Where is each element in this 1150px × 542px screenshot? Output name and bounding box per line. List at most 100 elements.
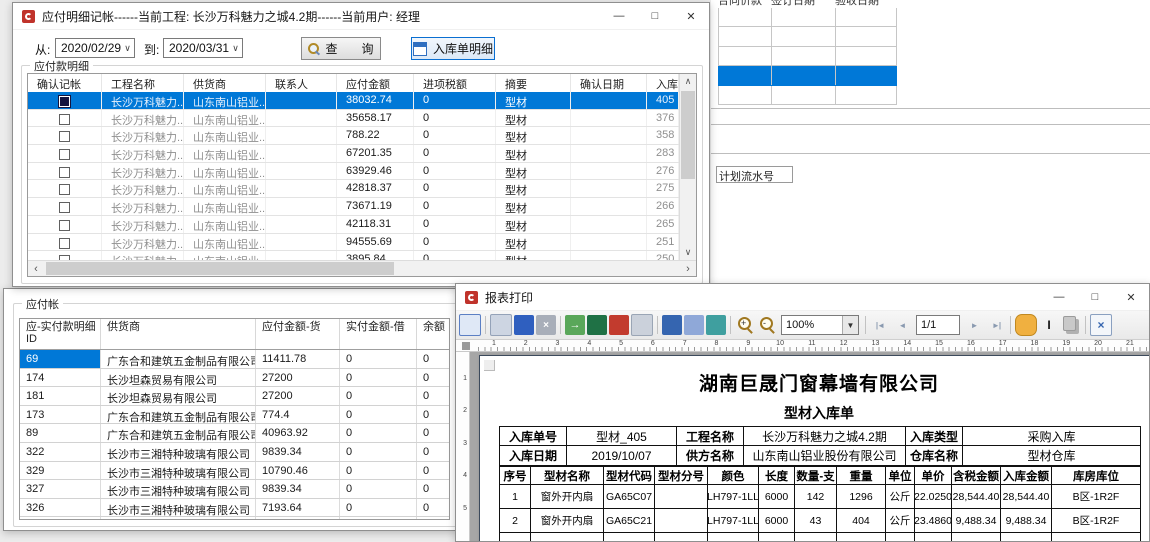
minimize-button[interactable]: — (601, 4, 637, 29)
col-paid-amount[interactable]: 实付金额-借 (340, 319, 417, 349)
table-row[interactable]: 326 长沙市三湘特种玻璃有限公司 7193.64 0 0 (20, 499, 449, 518)
vertical-scrollbar[interactable]: ∧ ∨ (679, 74, 696, 260)
zoom-level-combo[interactable]: 100% ▼ (781, 315, 859, 335)
table-row[interactable]: 89 广东合和建筑五金制品有限公司 40963.92 0 0 (20, 424, 449, 443)
checkbox[interactable] (59, 114, 70, 125)
col-amount[interactable]: 应付金额 (337, 74, 414, 92)
col-summary[interactable]: 摘要 (496, 74, 571, 92)
table-row[interactable]: 长沙万科魅力... 山东南山铝业... 63929.46 0 型材 276 (28, 163, 679, 181)
copy-icon[interactable] (1063, 316, 1076, 331)
table-row[interactable]: 长沙万科魅力... 山东南山铝业... 67201.35 0 型材 283 (28, 145, 679, 163)
table-row[interactable]: 174 长沙坦森贸易有限公司 27200 0 0 (20, 369, 449, 388)
col-balance[interactable]: 余额 (417, 319, 450, 349)
checkbox[interactable] (59, 149, 70, 160)
book-icon[interactable] (514, 315, 534, 335)
checkbox[interactable] (59, 131, 70, 142)
maximize-button[interactable]: □ (637, 4, 673, 29)
plan-serial-field[interactable]: 计划流水号 (716, 166, 793, 183)
col-supplier[interactable]: 供货商 (101, 319, 256, 349)
scroll-right-icon[interactable]: › (680, 261, 696, 276)
col-contact[interactable]: 联系人 (266, 74, 337, 92)
horizontal-scrollbar[interactable]: ‹ › (28, 260, 696, 276)
scroll-up-icon[interactable]: ∧ (680, 74, 696, 89)
table-row[interactable]: 长沙万科魅力... 山东南山铝业... 788.22 0 型材 358 (28, 127, 679, 145)
inbound-detail-button[interactable]: 入库单明细 (411, 37, 495, 60)
first-page-icon[interactable]: |◄ (870, 315, 890, 335)
report-preview-area[interactable]: 12345 湖南巨晟门窗幕墙有限公司 型材入库单 入库单号 型材_405 工程名… (456, 352, 1149, 541)
scrollbar-thumb[interactable] (681, 91, 695, 179)
table-row[interactable]: 322 长沙市三湘特种玻璃有限公司 9839.34 0 0 (20, 443, 449, 462)
table-row[interactable]: 长沙万科魅力... 山东南山铝业... 94555.69 0 型材 251 (28, 234, 679, 252)
col-sign-date[interactable]: 签订日期 (771, 0, 835, 8)
table-row[interactable] (718, 27, 897, 46)
query-button[interactable]: 查 询 (301, 37, 381, 60)
window-title: 应付明细记帐------当前工程: 长沙万科魅力之城4.2期------当前用户… (42, 8, 420, 25)
export-doc-icon[interactable] (684, 315, 704, 335)
table-row[interactable] (718, 8, 897, 27)
maximize-button[interactable]: □ (1077, 285, 1113, 310)
table-row[interactable]: 长沙市三湘特种玻璃有限公司 (20, 517, 449, 520)
col-contract-price[interactable]: 合同价款 (718, 0, 771, 8)
table-row[interactable]: 长沙万科魅力... 山东南山铝业... 42818.37 0 型材 275 (28, 180, 679, 198)
table-row[interactable]: 173 广东合和建筑五金制品有限公司 774.4 0 0 (20, 406, 449, 425)
from-date-combo[interactable]: 2020/02/29 ∨ (55, 38, 135, 58)
ruler-number: 20 (1082, 340, 1114, 347)
last-page-icon[interactable]: ►| (986, 315, 1006, 335)
table-row[interactable]: 长沙万科魅力... 山东南山铝业... 42118.31 0 型材 265 (28, 216, 679, 234)
hand-tool-icon[interactable] (1015, 314, 1037, 336)
next-page-icon[interactable]: ► (964, 315, 984, 335)
col-accept-date[interactable]: 验收日期 (835, 0, 897, 8)
preview-icon[interactable] (459, 314, 481, 336)
table-row[interactable]: 181 长沙坦森贸易有限公司 27200 0 0 (20, 387, 449, 406)
col-inbound[interactable]: 入库 (647, 74, 679, 92)
minimize-button[interactable]: — (1041, 285, 1077, 310)
table-row[interactable]: 327 长沙市三湘特种玻璃有限公司 9839.34 0 0 (20, 480, 449, 499)
table-row[interactable]: 长沙万科魅力... 山东南山铝业... 38032.74 0 型材 405 (28, 92, 679, 110)
table-row[interactable] (718, 47, 897, 66)
table-row[interactable] (718, 86, 897, 105)
cell-paid: 0 (340, 499, 417, 517)
settings-icon[interactable]: × (536, 315, 556, 335)
zoom-in-icon[interactable]: + (735, 315, 755, 335)
checkbox[interactable] (59, 167, 70, 178)
scroll-left-icon[interactable]: ‹ (28, 261, 44, 276)
table-row[interactable]: 329 长沙市三湘特种玻璃有限公司 10790.46 0 0 (20, 462, 449, 481)
export-image-icon[interactable]: → (565, 315, 585, 335)
save-icon[interactable] (662, 315, 682, 335)
chevron-down-icon[interactable]: ▼ (842, 316, 858, 334)
checkbox[interactable] (59, 96, 70, 107)
checkbox[interactable] (59, 220, 70, 231)
col-supplier[interactable]: 供货商 (184, 74, 266, 92)
cell-inbound-amount: 9,488.34 (1001, 509, 1052, 532)
to-date-combo[interactable]: 2020/03/31 ∨ (163, 38, 243, 58)
text-select-icon[interactable]: I (1039, 315, 1059, 335)
print-icon[interactable] (490, 314, 512, 336)
table-row[interactable]: 69 广东合和建筑五金制品有限公司 11411.78 0 0 (20, 350, 449, 369)
scroll-down-icon[interactable]: ∨ (680, 245, 696, 260)
table-row[interactable]: 长沙万科魅力... 山东南山铝业... 73671.19 0 型材 266 (28, 198, 679, 216)
table-row[interactable]: 长沙万科魅力... 山东南山铝业... 35658.17 0 型材 376 (28, 110, 679, 128)
col-tax[interactable]: 进项税额 (414, 74, 496, 92)
col-unit: 单位 (886, 467, 915, 484)
table-row[interactable] (718, 66, 897, 85)
col-payable-amount[interactable]: 应付金额-货 (256, 319, 340, 349)
col-confirm[interactable]: 确认记帐 (28, 74, 102, 92)
zoom-out-icon[interactable]: - (757, 315, 777, 335)
checkbox[interactable] (59, 238, 70, 249)
checkbox[interactable] (59, 184, 70, 195)
export-excel-icon[interactable] (587, 315, 607, 335)
close-button[interactable]: ✕ (673, 4, 709, 29)
export-pdf-icon[interactable] (609, 315, 629, 335)
prev-page-icon[interactable]: ◄ (892, 315, 912, 335)
checkbox[interactable] (59, 202, 70, 213)
export-grid-icon[interactable] (706, 315, 726, 335)
table-row[interactable]: 长沙万科魅力... 山东南山铝业... 3895.84 0 型材 250 (28, 251, 679, 260)
col-detail-id[interactable]: 应-实付款明细ID (20, 319, 101, 349)
export-mail-icon[interactable] (631, 314, 653, 336)
col-confirm-date[interactable]: 确认日期 (571, 74, 647, 92)
scrollbar-thumb[interactable] (46, 262, 394, 275)
page-number-input[interactable]: 1/1 (916, 315, 960, 335)
col-project[interactable]: 工程名称 (102, 74, 184, 92)
close-preview-icon[interactable]: × (1090, 314, 1112, 336)
close-button[interactable]: ✕ (1113, 285, 1149, 310)
